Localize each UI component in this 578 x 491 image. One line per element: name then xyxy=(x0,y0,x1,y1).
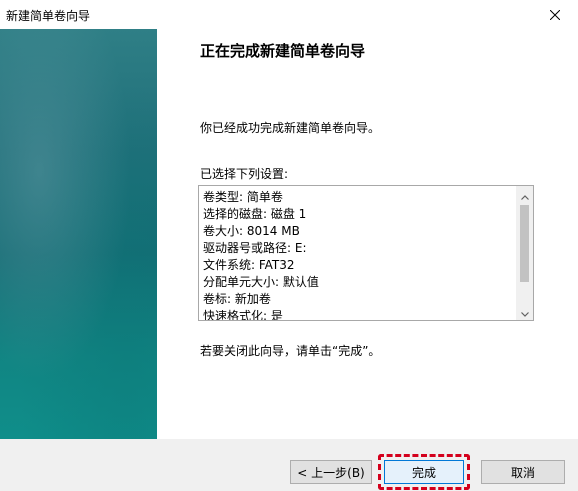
scroll-down-button[interactable] xyxy=(516,303,533,320)
back-button[interactable]: < 上一步(B) xyxy=(290,460,372,484)
cancel-button[interactable]: 取消 xyxy=(481,460,565,484)
scroll-up-button[interactable] xyxy=(516,186,533,203)
window-title: 新建简单卷向导 xyxy=(6,9,91,23)
settings-line-allocation-unit: 分配单元大小: 默认值 xyxy=(203,275,319,289)
settings-label: 已选择下列设置: xyxy=(200,167,289,181)
vertical-scrollbar[interactable] xyxy=(516,186,533,320)
settings-line-disk: 选择的磁盘: 磁盘 1 xyxy=(203,207,307,221)
settings-line-quick-format: 快速格式化: 是 xyxy=(203,309,283,321)
settings-line-file-system: 文件系统: FAT32 xyxy=(203,258,295,272)
close-button[interactable] xyxy=(532,0,578,29)
close-instruction: 若要关闭此向导，请单击“完成”。 xyxy=(200,344,381,358)
chevron-down-icon xyxy=(520,302,529,320)
finish-button[interactable]: 完成 xyxy=(384,460,464,484)
completion-message: 你已经成功完成新建简单卷向导。 xyxy=(200,121,381,135)
wizard-content: 正在完成新建简单卷向导 你已经成功完成新建简单卷向导。 已选择下列设置: 卷类型… xyxy=(157,29,578,439)
settings-line-volume-type: 卷类型: 简单卷 xyxy=(203,190,283,204)
settings-list: 卷类型: 简单卷 选择的磁盘: 磁盘 1 卷大小: 8014 MB 驱动器号或路… xyxy=(203,189,513,321)
wizard-side-banner xyxy=(0,29,157,439)
button-bar: < 上一步(B) 完成 取消 xyxy=(0,439,578,491)
settings-line-volume-size: 卷大小: 8014 MB xyxy=(203,224,300,238)
chevron-up-icon xyxy=(520,186,529,204)
settings-line-drive-letter: 驱动器号或路径: E: xyxy=(203,241,307,255)
close-icon xyxy=(549,5,561,24)
scrollbar-thumb[interactable] xyxy=(520,205,529,282)
title-bar: 新建简单卷向导 xyxy=(0,0,578,29)
settings-line-volume-label: 卷标: 新加卷 xyxy=(203,292,271,306)
settings-summary-box[interactable]: 卷类型: 简单卷 选择的磁盘: 磁盘 1 卷大小: 8014 MB 驱动器号或路… xyxy=(198,185,534,321)
page-title: 正在完成新建简单卷向导 xyxy=(200,42,366,60)
